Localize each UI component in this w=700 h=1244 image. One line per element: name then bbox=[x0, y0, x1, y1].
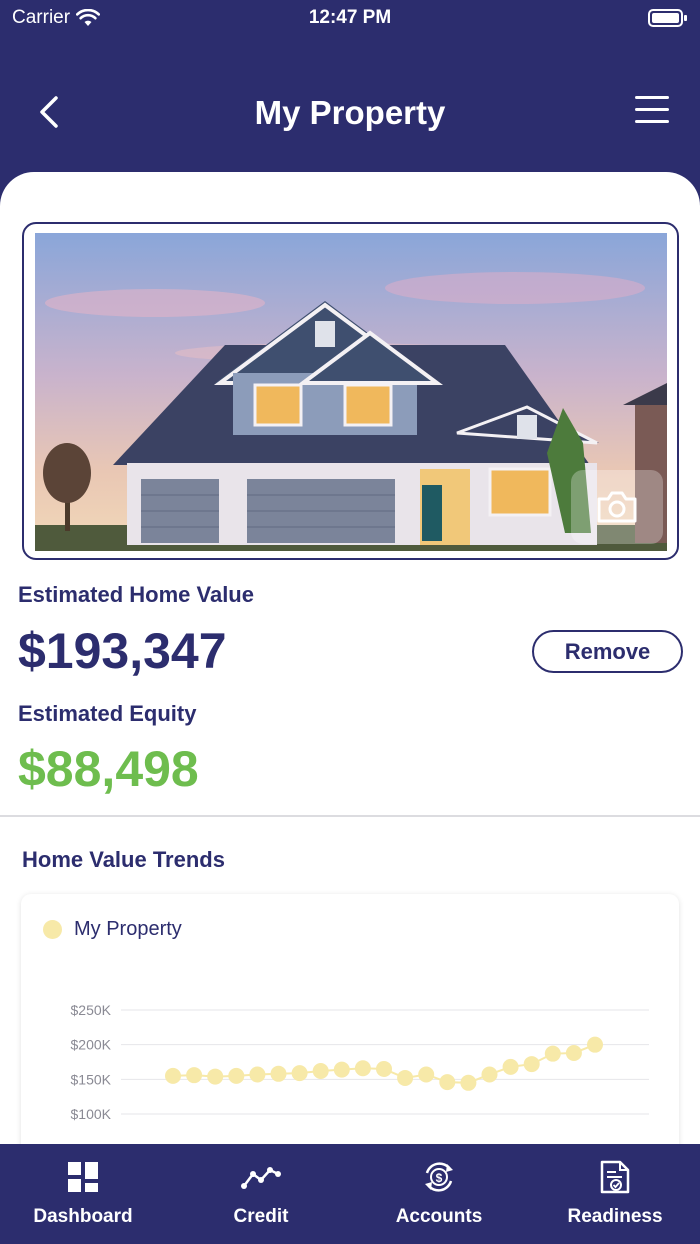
chart-y-tick-label: $200K bbox=[71, 1037, 112, 1053]
chart-data-point[interactable] bbox=[376, 1060, 392, 1077]
chart-data-point[interactable] bbox=[312, 1063, 329, 1080]
hamburger-icon bbox=[635, 96, 669, 123]
chart-data-point[interactable] bbox=[481, 1066, 498, 1083]
chart-data-point[interactable] bbox=[249, 1066, 266, 1083]
home-value-chart: My Property $250K $200K $150K $100K bbox=[21, 894, 679, 1144]
menu-button[interactable] bbox=[634, 94, 670, 126]
chart-data-point[interactable] bbox=[439, 1074, 456, 1091]
home-value-label: Estimated Home Value bbox=[18, 582, 254, 607]
status-bar: Carrier 12:47 PM bbox=[0, 0, 700, 40]
camera-icon bbox=[597, 491, 637, 523]
remove-button[interactable]: Remove bbox=[532, 630, 683, 673]
tab-accounts-label: Accounts bbox=[395, 1206, 483, 1227]
section-divider bbox=[0, 815, 700, 817]
chart-y-tick-label: $150K bbox=[71, 1071, 112, 1087]
chart-data-point[interactable] bbox=[460, 1074, 477, 1091]
chart-plot: $250K $200K $150K $100K bbox=[71, 1002, 649, 1122]
tab-credit-label: Credit bbox=[233, 1206, 289, 1227]
chart-data-point[interactable] bbox=[270, 1065, 287, 1082]
chart-y-tick-label: $250K bbox=[71, 1002, 112, 1018]
chart-data-point[interactable] bbox=[502, 1058, 519, 1075]
page-title: My Property bbox=[254, 94, 446, 131]
property-photo-frame bbox=[22, 222, 679, 560]
tab-credit[interactable]: Credit bbox=[215, 1144, 307, 1244]
tab-bar: Dashboard Credit $ Accounts Readiness bbox=[0, 1144, 700, 1244]
change-photo-button[interactable] bbox=[571, 470, 663, 544]
tab-accounts[interactable]: $ Accounts bbox=[384, 1144, 494, 1244]
chart-data-point[interactable] bbox=[418, 1066, 435, 1083]
chart-data-point[interactable] bbox=[587, 1036, 603, 1053]
chart-data-point[interactable] bbox=[333, 1061, 350, 1078]
tab-dashboard-label: Dashboard bbox=[33, 1206, 133, 1227]
tab-dashboard[interactable]: Dashboard bbox=[28, 1144, 138, 1244]
chart-data-point[interactable] bbox=[354, 1060, 371, 1077]
nav-bar: My Property bbox=[0, 60, 700, 170]
equity-value: $88,498 bbox=[18, 741, 199, 797]
chart-data-point[interactable] bbox=[186, 1067, 203, 1084]
chart-data-point[interactable] bbox=[565, 1044, 582, 1061]
chart-data-point[interactable] bbox=[397, 1069, 414, 1086]
credit-trend-icon bbox=[241, 1167, 281, 1189]
chart-y-tick-label: $100K bbox=[71, 1106, 112, 1122]
chart-data-point[interactable] bbox=[228, 1067, 245, 1084]
chart-data-point[interactable] bbox=[207, 1068, 224, 1085]
dashboard-icon bbox=[68, 1162, 98, 1192]
chart-data-point[interactable] bbox=[544, 1045, 561, 1062]
chart-data-point[interactable] bbox=[291, 1065, 308, 1082]
trends-title: Home Value Trends bbox=[22, 847, 225, 872]
equity-label: Estimated Equity bbox=[18, 701, 197, 726]
battery-icon bbox=[648, 9, 687, 27]
accounts-dollar-icon: $ bbox=[425, 1162, 453, 1192]
status-time: 12:47 PM bbox=[308, 7, 392, 28]
readiness-document-icon bbox=[600, 1160, 630, 1194]
tab-readiness[interactable]: Readiness bbox=[560, 1144, 670, 1244]
chart-data-point[interactable] bbox=[165, 1067, 181, 1084]
property-content: Estimated Home Value $193,347 Remove Est… bbox=[0, 172, 700, 1144]
tab-readiness-label: Readiness bbox=[567, 1206, 663, 1227]
chart-data-point[interactable] bbox=[523, 1056, 540, 1073]
svg-text:$: $ bbox=[436, 1171, 443, 1185]
home-value: $193,347 bbox=[18, 623, 227, 679]
